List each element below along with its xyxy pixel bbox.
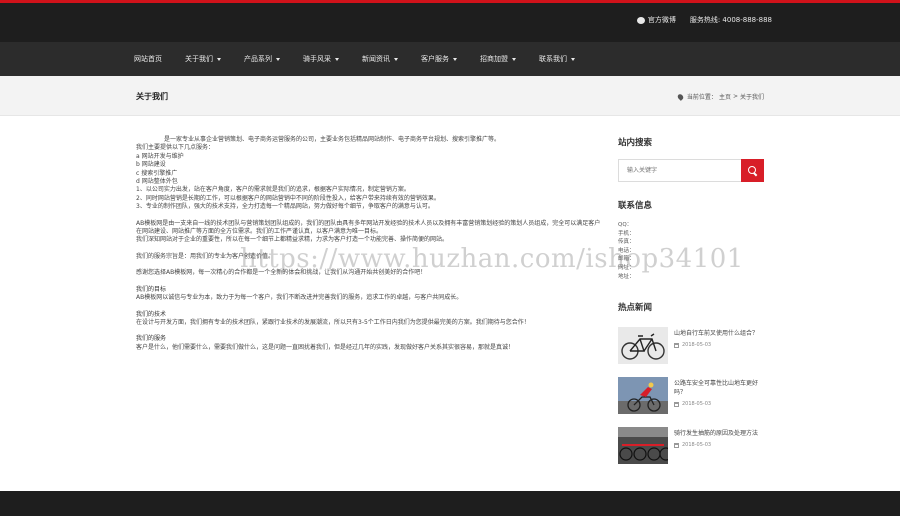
- caret-down-icon: [276, 57, 280, 61]
- page-title-bar: 关于我们 当前位置： 主页 > 关于我们: [0, 76, 900, 116]
- nav-item-home[interactable]: 网站首页: [128, 54, 168, 64]
- search-title: 站内搜索: [618, 138, 653, 148]
- news-item[interactable]: 山地自行车前叉使用什么组合？ 2018-05-03: [618, 327, 766, 365]
- news-date: 2018-05-03: [674, 442, 760, 448]
- nav-item-products[interactable]: 产品系列: [238, 54, 286, 64]
- search-icon: [748, 166, 757, 175]
- search-input[interactable]: [618, 159, 741, 182]
- news-title[interactable]: 公路车安全可靠性比山地车更好吗？: [674, 379, 760, 397]
- news-item[interactable]: 骑行发生抽筋的原因及处理方法 2018-05-03: [618, 427, 766, 465]
- point-item: 3、专业的制作团队，强大的技术支持，全力打造每一个精品网站，努力做好每个细节，争…: [136, 203, 434, 211]
- bicycle-thumbnail[interactable]: [618, 327, 668, 365]
- news-date: 2018-05-03: [674, 342, 760, 348]
- contact-qq: QQ：: [618, 222, 633, 228]
- weibo-link[interactable]: 官方微博: [636, 15, 676, 25]
- tech-paragraph: 在设计与开发方面，我们拥有专业的技术团队，紧跟行业技术的发展潮流，所以只有3-5…: [136, 318, 530, 326]
- point-item: 1、以公司实力出发，站在客户角度，客户的需求就是我们的追求，根据客户实际情况，制…: [136, 186, 410, 194]
- nav-item-service[interactable]: 客户服务: [415, 54, 463, 64]
- service-item: a 网站开发与维护: [136, 152, 184, 160]
- page-title: 关于我们: [136, 92, 168, 101]
- news-title[interactable]: 山地自行车前叉使用什么组合？: [674, 329, 760, 338]
- service-paragraph: 我们的服务宗旨是：用我们的专业为客户创造价值。: [136, 252, 275, 260]
- calendar-icon: [674, 342, 679, 348]
- goal-paragraph: AB模板网以诚信与专业为本，致力于为每一个客户，我们不断改进并完善我们的服务，追…: [136, 294, 463, 302]
- breadcrumb-home-link[interactable]: 主页: [719, 92, 731, 101]
- nav-item-contact[interactable]: 联系我们: [533, 54, 581, 64]
- tech-heading: 我们的技术: [136, 310, 167, 318]
- team-paragraph: AB模板网是由一支来自一线的技术团队与营销策划团队组成的，我们的团队由具有多年网…: [136, 219, 601, 236]
- service-item: c 搜索引擎推广: [136, 169, 178, 177]
- top-bar: 官方微博 服务热线: 4008-888-888: [0, 3, 900, 42]
- news-item[interactable]: 公路车安全可靠性比山地车更好吗？ 2018-05-03: [618, 377, 766, 415]
- caret-down-icon: [453, 57, 457, 61]
- location-pin-icon: [676, 92, 685, 101]
- search-box: [618, 159, 764, 182]
- nav-item-news[interactable]: 新闻资讯: [356, 54, 404, 64]
- breadcrumb: 当前位置： 主页 > 关于我们: [676, 92, 764, 101]
- point-item: 2、同时网站营销是长期的工作，可以根据客户的网站营销中不同的阶段性投入，给客户带…: [136, 194, 440, 202]
- contact-mobile: 手机：: [618, 230, 635, 237]
- team-paragraph-2: 我们深知网站对于企业的重要性，所以在每一个细节上都精益求精，力求为客户打造一个功…: [136, 236, 449, 244]
- main-nav: 网站首页 关于我们 产品系列 骑手风采 新闻资讯 客户服务 招商加盟 联系我们: [0, 42, 900, 76]
- top-links: 官方微博 服务热线: 4008-888-888: [636, 15, 772, 25]
- calendar-icon: [674, 442, 679, 448]
- hot-news-title: 热点新闻: [618, 303, 653, 314]
- caret-down-icon: [512, 57, 516, 61]
- breadcrumb-current: 关于我们: [739, 94, 764, 101]
- breadcrumb-separator: >: [732, 93, 738, 100]
- nav-item-franchise[interactable]: 招商加盟: [474, 54, 522, 64]
- services-heading: 我们主要提供以下几点服务：: [136, 144, 215, 152]
- weibo-label: 官方微博: [647, 16, 676, 24]
- news-title[interactable]: 骑行发生抽筋的原因及处理方法: [674, 429, 760, 438]
- care-heading: 我们的服务: [136, 335, 167, 343]
- caret-down-icon: [394, 57, 398, 61]
- contact-list: QQ： 手机： 传真： 电话： 邮箱： 网址： 地址：: [618, 221, 766, 281]
- caret-down-icon: [217, 57, 221, 61]
- hotline-text: 服务热线: 4008-888-888: [689, 16, 772, 24]
- contact-phone: 电话：: [618, 247, 635, 254]
- cyclist-thumbnail[interactable]: [618, 377, 668, 415]
- caret-down-icon: [335, 57, 339, 61]
- caret-down-icon: [571, 57, 575, 61]
- breadcrumb-prefix: 当前位置：: [686, 94, 717, 101]
- hot-news-list: 山地自行车前叉使用什么组合？ 2018-05-03 公路车安全可靠性比山地车更好…: [618, 327, 766, 465]
- about-content: 是一家专业从事企业营销策划、电子商务运营服务的公司，主要业务包括精品网站制作、电…: [136, 136, 606, 352]
- contact-website: 网址：: [618, 264, 635, 271]
- nav-item-about[interactable]: 关于我们: [179, 54, 227, 64]
- sidebar: 站内搜索 联系信息 QQ： 手机： 传真： 电话： 邮箱： 网址： 地址： 热点…: [618, 136, 766, 477]
- contact-fax: 传真：: [618, 239, 635, 246]
- calendar-icon: [674, 401, 679, 407]
- choose-paragraph: 感谢您选择AB模板网，每一次精心的合作都是一个全新的体会和挑战，让我们从沟通开始…: [136, 269, 427, 277]
- news-date: 2018-05-03: [674, 401, 760, 407]
- service-item: b 网站建设: [136, 161, 166, 169]
- search-button[interactable]: [741, 159, 764, 182]
- footer: [0, 491, 900, 516]
- contact-email: 邮箱：: [618, 256, 635, 263]
- nav-item-riders[interactable]: 骑手风采: [297, 54, 345, 64]
- contact-address: 地址：: [618, 273, 635, 280]
- contact-title: 联系信息: [618, 201, 653, 211]
- goal-heading: 我们的目标: [136, 285, 167, 293]
- bike-shop-thumbnail[interactable]: [618, 427, 668, 465]
- care-paragraph: 客户是什么，他们需要什么，需要我们做什么，这是问题一直困扰着我们，但是经过几年的…: [136, 343, 515, 351]
- weibo-icon: [636, 16, 645, 24]
